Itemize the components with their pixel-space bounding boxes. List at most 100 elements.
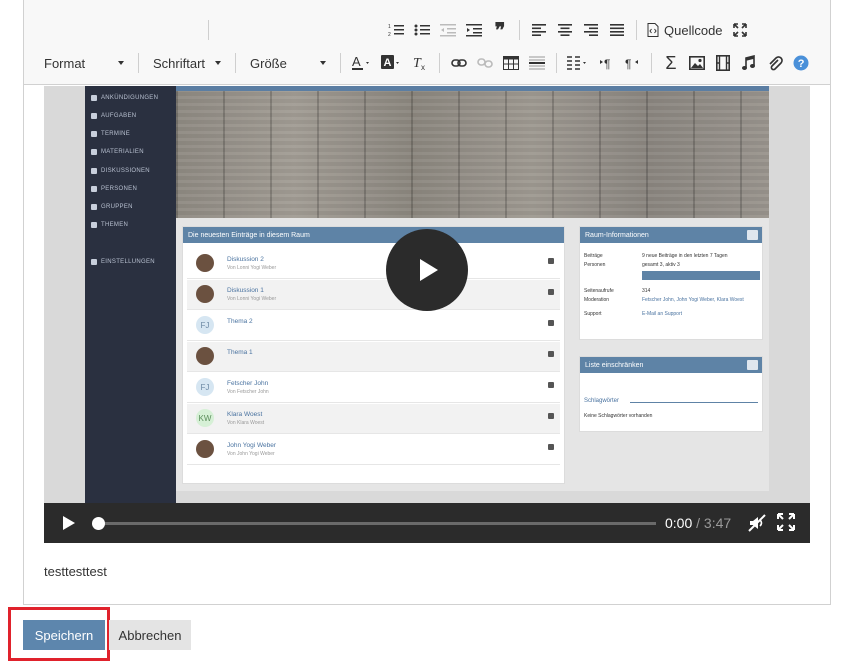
avatar: [196, 440, 214, 458]
toolbar-separator: [519, 20, 520, 40]
bulleted-list-icon[interactable]: [409, 17, 435, 43]
entry-type-icon: [548, 289, 554, 295]
save-button[interactable]: Speichern: [23, 620, 105, 650]
maximize-icon[interactable]: [727, 17, 753, 43]
cancel-button[interactable]: Abbrechen: [109, 620, 191, 650]
text-color-icon[interactable]: A: [347, 50, 377, 76]
outdent-icon[interactable]: [435, 17, 461, 43]
avatar: [196, 285, 214, 303]
svg-text:1: 1: [388, 24, 391, 30]
video-feed-entry: John Yogi Weber Von John Yogi Weber: [187, 435, 560, 465]
image-icon[interactable]: [684, 50, 710, 76]
align-justify-icon[interactable]: [604, 17, 630, 43]
progress-knob[interactable]: [92, 517, 105, 530]
time-total: 3:47: [703, 515, 732, 531]
video-feed-entry: KW Klara Woest Von Klara Woest: [187, 404, 560, 434]
play-icon: [420, 259, 438, 281]
align-left-icon[interactable]: [526, 17, 552, 43]
blockquote-icon[interactable]: ❞: [487, 17, 513, 43]
video-info-rows: Beiträge 9 neue Beiträge in den letzten 7…: [584, 253, 760, 317]
video-feed-entry: FJ Thema 2: [187, 311, 560, 341]
entry-type-icon: [548, 320, 554, 326]
video-header-image: [176, 86, 769, 218]
mute-icon[interactable]: [747, 513, 767, 533]
video-sidebar-item: AUFGABEN: [91, 113, 136, 119]
video-controls: 0:00 / 3:47: [44, 503, 810, 543]
audio-icon[interactable]: [736, 50, 762, 76]
body-text[interactable]: testtesttest: [44, 564, 107, 579]
video-feed-entry: Diskussion 2 Von Lonni Yogi Weber: [187, 249, 560, 279]
size-dropdown[interactable]: Größe: [242, 50, 334, 76]
entry-type-icon: [548, 413, 554, 419]
video-sidebar-item: MATERIALIEN: [91, 149, 144, 155]
link-icon[interactable]: [446, 50, 472, 76]
svg-text:¶: ¶: [625, 57, 631, 70]
ltr-icon[interactable]: ¶: [593, 50, 619, 76]
time-current: 0:00: [665, 515, 693, 531]
table-icon[interactable]: [498, 50, 524, 76]
size-dropdown-label: Größe: [250, 55, 287, 71]
unlink-icon[interactable]: [472, 50, 498, 76]
video-sidebar-item: PERSONEN: [91, 186, 137, 192]
source-button[interactable]: Quellcode: [643, 23, 727, 38]
toolbar-separator: [138, 53, 139, 73]
toolbar-separator: [651, 53, 652, 73]
svg-text:2: 2: [388, 32, 391, 37]
video-sidebar-item: THEMEN: [91, 222, 128, 228]
avatar: FJ: [196, 316, 214, 334]
video-info-title: Raum-Informationen: [580, 227, 762, 243]
video-filter-title: Liste einschränken: [580, 357, 762, 373]
format-dropdown-label: Format: [44, 55, 86, 71]
video-info-panel: Raum-Informationen Beiträge 9 neue Beiträ…: [579, 226, 763, 340]
video-sidebar-item: DISKUSSIONEN: [91, 168, 150, 174]
format-dropdown[interactable]: Format: [36, 50, 132, 76]
fullscreen-icon[interactable]: [777, 513, 797, 533]
math-icon[interactable]: Σ: [658, 50, 684, 76]
indent-icon[interactable]: [461, 17, 487, 43]
video-filter-panel: Liste einschränken Schlagwörter Keine Sc…: [579, 356, 763, 432]
progress-track[interactable]: [98, 522, 656, 525]
chevron-down-icon: [320, 61, 326, 65]
align-right-icon[interactable]: [578, 17, 604, 43]
entry-type-icon: [548, 444, 554, 450]
video-sidebar: ANKÜNDIGUNGEN AUFGABEN TERMINE MATERIALI…: [85, 86, 176, 509]
chevron-down-icon: [215, 61, 221, 65]
video-player[interactable]: ANKÜNDIGUNGEN AUFGABEN TERMINE MATERIALI…: [44, 86, 810, 543]
horizontal-rule-icon[interactable]: [524, 50, 550, 76]
entry-type-icon: [548, 382, 554, 388]
collapse-icon: [747, 360, 758, 370]
video-feed-entry: Diskussion 1 Von Lonni Yogi Weber: [187, 280, 560, 310]
help-icon[interactable]: ?: [788, 50, 814, 76]
toolbar-separator: [208, 20, 209, 40]
play-overlay-button[interactable]: [386, 229, 468, 311]
avatar: FJ: [196, 378, 214, 396]
collapse-icon: [747, 230, 758, 240]
svg-text:x: x: [421, 63, 425, 71]
video-filter-label: Schlagwörter: [584, 398, 620, 404]
video-sidebar-item: TERMINE: [91, 131, 130, 137]
video-icon[interactable]: [710, 50, 736, 76]
svg-text:?: ?: [798, 58, 805, 70]
entry-type-icon: [548, 258, 554, 264]
video-feed-panel: Die neuesten Einträge in diesem Raum Dis…: [182, 226, 565, 484]
remove-format-icon[interactable]: Tx: [407, 50, 433, 76]
toolbar-separator: [636, 20, 637, 40]
attachment-icon[interactable]: [762, 50, 788, 76]
play-icon: [63, 516, 75, 530]
align-center-icon[interactable]: [552, 17, 578, 43]
video-filter-empty: Keine Schlagwörter vorhanden: [584, 413, 653, 419]
font-dropdown[interactable]: Schriftart: [145, 50, 229, 76]
video-feed-title: Die neuesten Einträge in diesem Raum: [183, 227, 564, 243]
svg-text:A: A: [352, 55, 361, 69]
numbered-list-icon[interactable]: 12: [383, 17, 409, 43]
rich-text-editor: 12 ❞ Quellcode Format Schriftart Größe A…: [23, 0, 831, 605]
rtl-icon[interactable]: ¶: [619, 50, 645, 76]
toolbar-separator: [235, 53, 236, 73]
background-color-icon[interactable]: A: [377, 50, 407, 76]
play-button[interactable]: [58, 512, 80, 534]
source-icon: [647, 23, 659, 37]
layout-icon[interactable]: [563, 50, 593, 76]
entry-type-icon: [548, 351, 554, 357]
form-actions: Speichern Abbrechen: [8, 607, 308, 662]
video-feed-entry: Thema 1: [187, 342, 560, 372]
